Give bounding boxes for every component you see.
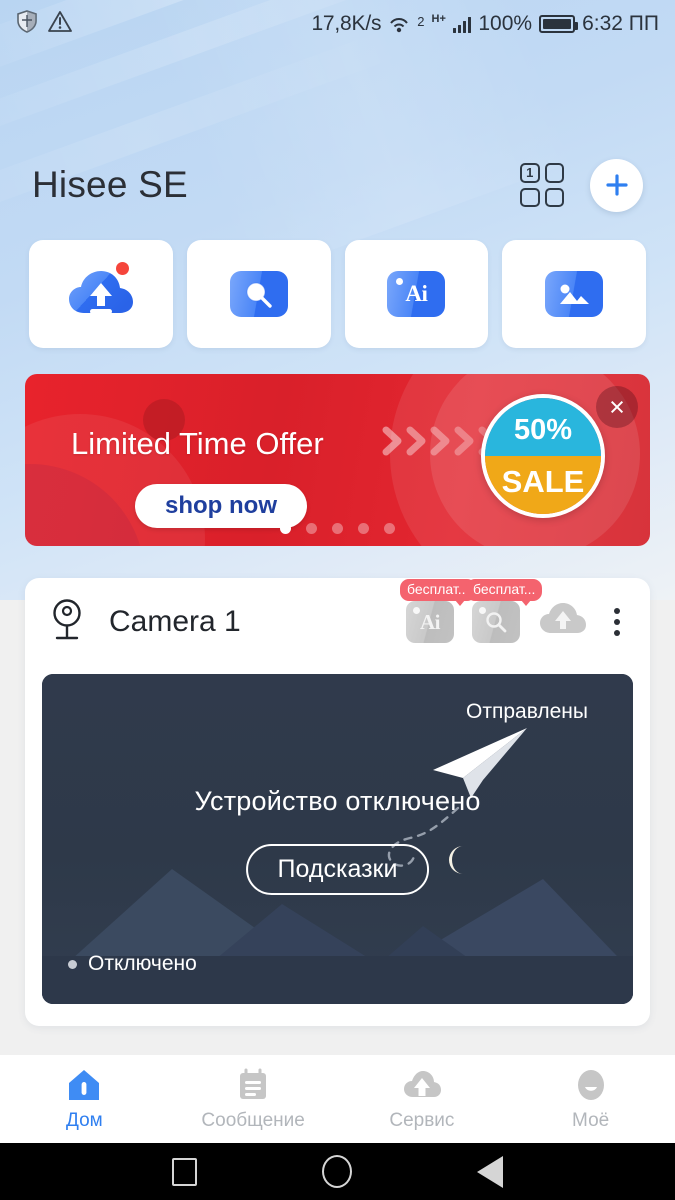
nav-item-service[interactable]: Сервис <box>338 1066 507 1132</box>
ai-tool-label: Ai <box>420 609 441 634</box>
page-title: Hisee SE <box>32 164 188 205</box>
app-root: 17,8K/s 2 H+ 100% 6:32 ПП Hisee SE 1 Ai … <box>0 0 675 1200</box>
status-dot <box>68 959 77 969</box>
nav-label-profile: Моё <box>572 1110 610 1131</box>
carousel-dots[interactable] <box>25 523 650 534</box>
grid-cell <box>544 187 564 207</box>
status-bar-left <box>16 9 72 39</box>
app-header: Hisee SE 1 <box>0 145 675 225</box>
nav-item-message[interactable]: Сообщение <box>169 1066 338 1132</box>
android-system-nav <box>0 1143 675 1200</box>
banner-title: Limited Time Offer <box>71 426 324 461</box>
free-badge: бесплат... <box>466 579 543 606</box>
cloud-upload-icon <box>540 602 586 633</box>
grid-cell-badge: 1 <box>520 163 540 183</box>
nav-item-home[interactable]: Дом <box>0 1066 169 1132</box>
carousel-dot[interactable] <box>332 523 343 534</box>
status-bar-right: 17,8K/s 2 H+ 100% 6:32 ПП <box>311 12 659 36</box>
camera-name-label: Camera 1 <box>109 605 241 638</box>
camera-card-header: Camera 1 Ai бесплат... бесплат... <box>25 578 650 666</box>
signal-bars-icon <box>452 16 472 33</box>
kebab-dot <box>614 608 620 614</box>
corner-dot <box>479 607 486 614</box>
carousel-dot[interactable] <box>384 523 395 534</box>
camera-tool-row: Ai бесплат... бесплат... <box>400 579 628 646</box>
camera-card: Camera 1 Ai бесплат... бесплат... Отправ… <box>25 578 650 1026</box>
hints-button[interactable]: Подсказки <box>245 844 430 895</box>
ai-dot <box>396 278 404 285</box>
free-badge: бесплат... <box>400 579 477 606</box>
carousel-dot[interactable] <box>280 523 291 534</box>
shop-now-button[interactable]: shop now <box>135 484 307 528</box>
service-cloud-icon <box>403 1071 441 1097</box>
camera-search-tool[interactable]: бесплат... <box>466 579 543 643</box>
profile-icon <box>577 1070 604 1100</box>
shield-icon <box>16 9 38 39</box>
add-device-button[interactable] <box>590 158 643 212</box>
search-icon <box>486 612 507 633</box>
kebab-dot <box>614 619 620 625</box>
header-actions: 1 <box>520 158 643 212</box>
message-icon <box>240 1068 267 1099</box>
moon-icon <box>442 844 472 881</box>
grid-view-icon[interactable]: 1 <box>520 163 564 207</box>
ai-icon: Ai <box>387 271 446 317</box>
quick-action-gallery[interactable] <box>502 240 646 348</box>
nav-label-service: Сервис <box>389 1110 455 1131</box>
camera-preview[interactable]: Отправлены Устройство отключено Подсказк… <box>42 674 633 1004</box>
battery-icon <box>539 15 579 33</box>
battery-percent-label: 100% <box>478 12 533 35</box>
kebab-dot <box>614 630 620 636</box>
quick-action-cloud-upload[interactable] <box>29 240 173 348</box>
camera-more-menu[interactable] <box>606 604 628 640</box>
recents-button[interactable] <box>172 1157 198 1186</box>
grid-cell <box>544 163 564 183</box>
notification-dot <box>115 262 129 275</box>
status-label: Отключено <box>88 952 197 975</box>
home-button[interactable] <box>321 1155 352 1188</box>
sale-badge: 50% SALE <box>481 394 605 518</box>
grid-cell <box>520 187 540 207</box>
back-button[interactable] <box>476 1155 503 1188</box>
ai-label: Ai <box>405 281 428 306</box>
carousel-dot[interactable] <box>306 523 317 534</box>
nav-item-profile[interactable]: Моё <box>506 1066 675 1132</box>
preview-status: Отключено <box>68 952 197 976</box>
promo-banner[interactable]: Limited Time Offer shop now 50% SALE × <box>25 374 650 546</box>
carousel-dot[interactable] <box>358 523 369 534</box>
search-photo-icon <box>229 271 288 317</box>
warning-triangle-icon <box>48 10 72 39</box>
status-bar: 17,8K/s 2 H+ 100% 6:32 ПП <box>0 0 675 48</box>
sent-status-label: Отправлены <box>466 700 588 723</box>
home-icon <box>69 1070 100 1100</box>
nav-label-home: Дом <box>66 1110 103 1131</box>
nav-label-message: Сообщение <box>201 1110 305 1131</box>
quick-action-ai[interactable]: Ai <box>344 240 489 348</box>
wifi-count-label: 2 <box>417 14 425 29</box>
quick-action-row: Ai <box>0 240 675 348</box>
camera-ai-tool[interactable]: Ai бесплат... <box>400 579 477 643</box>
data-type-label: H+ <box>431 13 446 25</box>
quick-action-search[interactable] <box>186 240 331 348</box>
wifi-icon <box>388 14 410 34</box>
offline-message: Устройство отключено <box>194 786 481 816</box>
clock-label: 6:32 ПП <box>582 12 659 35</box>
network-speed: 17,8K/s <box>311 12 382 35</box>
close-icon[interactable]: × <box>596 386 638 428</box>
camera-cloud-upload-tool[interactable] <box>538 599 588 646</box>
bottom-navigation: Дом Сообщение Сервис Моё <box>0 1055 675 1143</box>
plus-icon <box>605 174 628 196</box>
camera-icon <box>47 597 87 648</box>
ai-dot <box>413 607 420 614</box>
gallery-icon <box>545 271 604 317</box>
